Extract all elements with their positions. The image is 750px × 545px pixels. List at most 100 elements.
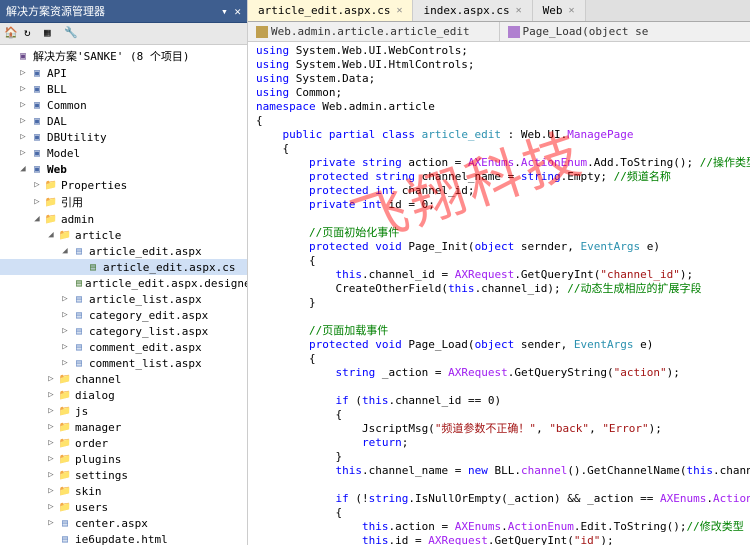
expand-icon[interactable]: ▷	[18, 68, 28, 78]
expand-icon[interactable]: ◢	[32, 214, 42, 224]
code-line[interactable]: //页面加载事件	[256, 324, 742, 338]
expand-icon[interactable]: ▷	[18, 116, 28, 126]
expand-icon[interactable]	[46, 534, 56, 544]
editor-tab[interactable]: article_edit.aspx.cs✕	[248, 0, 413, 21]
tree-item[interactable]: ◢▣Web	[0, 161, 247, 177]
code-line[interactable]: JscriptMsg("频道参数不正确！", "back", "Error");	[256, 422, 742, 436]
code-line[interactable]	[256, 310, 742, 324]
solution-root[interactable]: ▣ 解决方案'SANKE' (8 个项目)	[0, 47, 247, 65]
tree-item[interactable]: ▷▣DAL	[0, 113, 247, 129]
code-line[interactable]: protected void Page_Init(object sernder,…	[256, 240, 742, 254]
expand-icon[interactable]: ▷	[18, 148, 28, 158]
expand-icon[interactable]: ▷	[18, 100, 28, 110]
tree-item[interactable]: ▷▤category_list.aspx	[0, 323, 247, 339]
expand-icon[interactable]	[74, 262, 84, 272]
code-line[interactable]: namespace Web.admin.article	[256, 100, 742, 114]
code-line[interactable]: string _action = AXRequest.GetQueryStrin…	[256, 366, 742, 380]
tree-item[interactable]: ▷▣API	[0, 65, 247, 81]
code-line[interactable]: }	[256, 450, 742, 464]
expand-icon[interactable]: ▷	[46, 406, 56, 416]
code-line[interactable]: protected void Page_Load(object sender, …	[256, 338, 742, 352]
code-line[interactable]: public partial class article_edit : Web.…	[256, 128, 742, 142]
editor-tab[interactable]: index.aspx.cs✕	[413, 0, 532, 21]
expand-icon[interactable]: ▷	[60, 326, 70, 336]
tree-item[interactable]: ▷📁js	[0, 403, 247, 419]
tree-item[interactable]: ▷📁dialog	[0, 387, 247, 403]
tree-item[interactable]: ▷▤comment_edit.aspx	[0, 339, 247, 355]
expand-icon[interactable]: ▷	[60, 358, 70, 368]
code-line[interactable]: private int id = 0;	[256, 198, 742, 212]
tree-item[interactable]: ▤article_edit.aspx.designer.cs	[0, 275, 247, 291]
tree-item[interactable]: ◢📁admin	[0, 211, 247, 227]
expand-icon[interactable]: ▷	[46, 422, 56, 432]
tree-item[interactable]: ▷📁channel	[0, 371, 247, 387]
expand-icon[interactable]: ▷	[46, 374, 56, 384]
tree-item[interactable]: ▷📁skin	[0, 483, 247, 499]
code-line[interactable]: protected string channel_name = string.E…	[256, 170, 742, 184]
tree-item[interactable]: ▷▣Model	[0, 145, 247, 161]
tree-item[interactable]: ▷📁settings	[0, 467, 247, 483]
code-line[interactable]: if (!string.IsNullOrEmpty(_action) && _a…	[256, 492, 742, 506]
expand-icon[interactable]: ▷	[60, 294, 70, 304]
tree-item[interactable]: ▤article_edit.aspx.cs	[0, 259, 247, 275]
show-all-icon[interactable]: ▦	[44, 26, 60, 42]
tree-item[interactable]: ▷📁manager	[0, 419, 247, 435]
expand-icon[interactable]: ▷	[46, 486, 56, 496]
tree-item[interactable]: ▷▣Common	[0, 97, 247, 113]
code-line[interactable]: using Common;	[256, 86, 742, 100]
code-line[interactable]	[256, 212, 742, 226]
expand-icon[interactable]: ▷	[32, 197, 42, 207]
code-line[interactable]: if (this.channel_id == 0)	[256, 394, 742, 408]
code-line[interactable]: {	[256, 352, 742, 366]
tree-item[interactable]: ▷▤center.aspx	[0, 515, 247, 531]
breadcrumb-member[interactable]: Page_Load(object se	[500, 22, 750, 41]
code-line[interactable]: this.channel_id = AXRequest.GetQueryInt(…	[256, 268, 742, 282]
expand-icon[interactable]	[4, 51, 14, 61]
tree-item[interactable]: ▷▤category_edit.aspx	[0, 307, 247, 323]
code-line[interactable]: this.id = AXRequest.GetQueryInt("id");	[256, 534, 742, 545]
code-line[interactable]: using System.Data;	[256, 72, 742, 86]
code-line[interactable]: this.channel_name = new BLL.channel().Ge…	[256, 464, 742, 478]
expand-icon[interactable]: ▷	[18, 132, 28, 142]
tree-item[interactable]: ▷📁order	[0, 435, 247, 451]
close-icon[interactable]: ✕	[568, 5, 574, 16]
expand-icon[interactable]: ◢	[60, 246, 70, 256]
code-line[interactable]: }	[256, 296, 742, 310]
expand-icon[interactable]: ▷	[60, 310, 70, 320]
tree-item[interactable]: ▤ie6update.html	[0, 531, 247, 545]
tree-item[interactable]: ▷▤article_list.aspx	[0, 291, 247, 307]
tree-item[interactable]: ◢▤article_edit.aspx	[0, 243, 247, 259]
code-line[interactable]: protected int channel_id;	[256, 184, 742, 198]
tree-item[interactable]: ▷▤comment_list.aspx	[0, 355, 247, 371]
tree-item[interactable]: ▷📁plugins	[0, 451, 247, 467]
tree-item[interactable]: ◢📁article	[0, 227, 247, 243]
tree-item[interactable]: ▷📁引用	[0, 193, 247, 211]
editor-tab[interactable]: Web✕	[533, 0, 586, 21]
code-line[interactable]: {	[256, 408, 742, 422]
code-line[interactable]: {	[256, 114, 742, 128]
expand-icon[interactable]: ◢	[18, 164, 28, 174]
code-line[interactable]: using System.Web.UI.WebControls;	[256, 44, 742, 58]
code-editor[interactable]: 飞翔科技 using System.Web.UI.WebControls;usi…	[248, 42, 750, 545]
properties-icon[interactable]: 🔧	[64, 26, 80, 42]
close-icon[interactable]: ✕	[396, 5, 402, 16]
code-line[interactable]: {	[256, 142, 742, 156]
tree-item[interactable]: ▷▣DBUtility	[0, 129, 247, 145]
home-icon[interactable]: 🏠	[4, 26, 20, 42]
tree-item[interactable]: ▷📁Properties	[0, 177, 247, 193]
code-line[interactable]: using System.Web.UI.HtmlControls;	[256, 58, 742, 72]
expand-icon[interactable]: ▷	[46, 502, 56, 512]
breadcrumb-namespace[interactable]: Web.admin.article.article_edit	[248, 22, 500, 41]
expand-icon[interactable]: ▷	[60, 342, 70, 352]
expand-icon[interactable]: ▷	[46, 454, 56, 464]
code-line[interactable]	[256, 478, 742, 492]
code-line[interactable]: //页面初始化事件	[256, 226, 742, 240]
code-line[interactable]: {	[256, 506, 742, 520]
expand-icon[interactable]: ▷	[46, 470, 56, 480]
refresh-icon[interactable]: ↻	[24, 26, 40, 42]
expand-icon[interactable]: ▷	[32, 180, 42, 190]
close-icon[interactable]: ✕	[516, 5, 522, 16]
code-line[interactable]: CreateOtherField(this.channel_id); //动态生…	[256, 282, 742, 296]
tree-item[interactable]: ▷📁users	[0, 499, 247, 515]
expand-icon[interactable]: ◢	[46, 230, 56, 240]
